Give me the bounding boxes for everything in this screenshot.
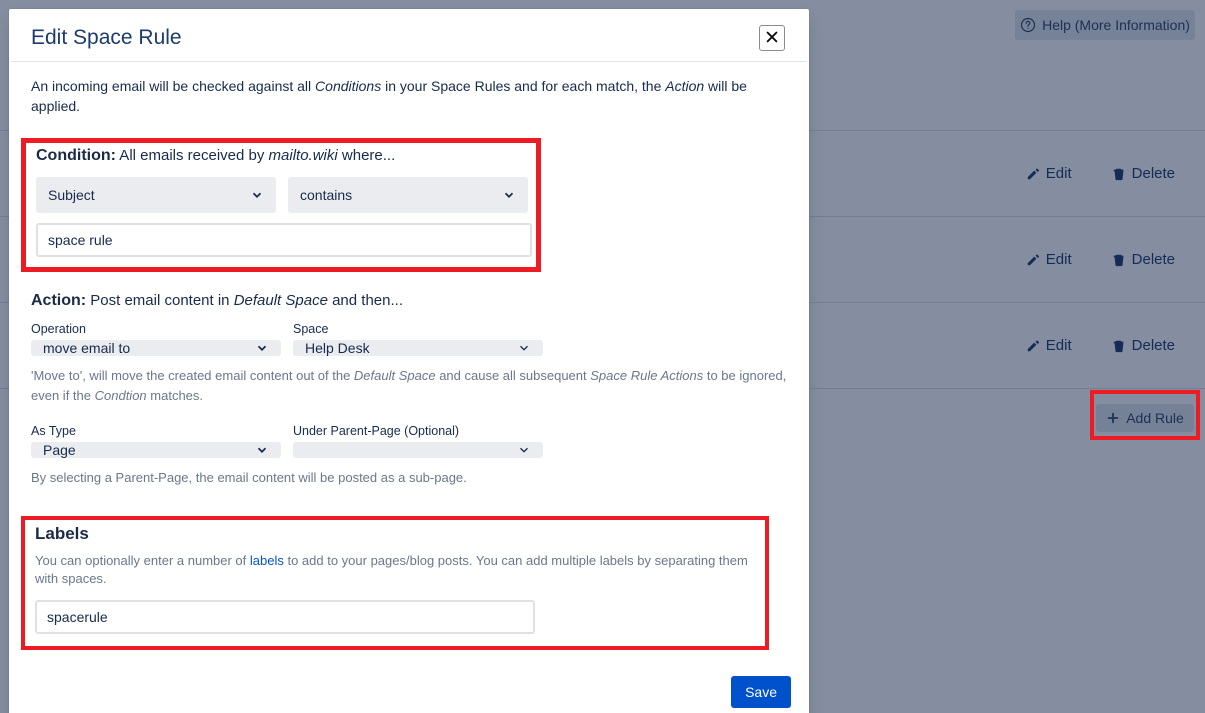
hint-part: and cause all subsequent xyxy=(436,368,591,383)
condition-value-input[interactable]: space rule xyxy=(36,223,532,257)
action-field-row-2: As Type Page Under Parent-Page (Optional… xyxy=(31,424,787,458)
edit-space-rule-modal: Edit Space Rule An incoming email will b… xyxy=(9,9,809,713)
modal-body: An incoming email will be checked agains… xyxy=(9,62,809,660)
parent-label: Under Parent-Page (Optional) xyxy=(293,424,543,438)
action-heading-bold: Action: xyxy=(31,292,86,309)
hint-part: 'Move to', will move the created email c… xyxy=(31,368,354,383)
hint-part: matches. xyxy=(147,388,203,403)
modal-footer: Save xyxy=(9,660,809,713)
intro-em: Conditions xyxy=(315,78,381,94)
condition-operator-select[interactable]: contains xyxy=(288,177,528,213)
parent-select[interactable] xyxy=(293,442,543,458)
condition-field-row: Subject contains xyxy=(36,177,526,213)
condition-heading-bold: Condition: xyxy=(36,147,116,164)
input-value: spacerule xyxy=(47,609,108,625)
chevron-down-icon xyxy=(517,443,531,457)
type-select[interactable]: Page xyxy=(31,442,281,458)
select-value: Subject xyxy=(48,187,95,203)
save-button[interactable]: Save xyxy=(731,676,791,708)
close-icon xyxy=(765,30,779,47)
action-heading: Action: Post email content in Default Sp… xyxy=(31,292,787,310)
labels-block: Labels You can optionally enter a number… xyxy=(21,516,769,650)
labels-input[interactable]: spacerule xyxy=(35,600,535,634)
action-block: Action: Post email content in Default Sp… xyxy=(31,292,787,488)
space-select[interactable]: Help Desk xyxy=(293,340,543,356)
close-button[interactable] xyxy=(759,25,785,51)
labels-hint: You can optionally enter a number of lab… xyxy=(35,552,755,588)
action-heading-part: and then... xyxy=(328,292,403,309)
condition-heading-em: mailto.wiki xyxy=(269,147,338,164)
parent-column: Under Parent-Page (Optional) xyxy=(293,424,543,458)
space-column: Space Help Desk xyxy=(293,322,543,356)
operation-label: Operation xyxy=(31,322,281,336)
hint-part: You can optionally enter a number of xyxy=(35,553,250,568)
condition-block: Condition: All emails received by mailto… xyxy=(21,138,541,272)
operation-select[interactable]: move email to xyxy=(31,340,281,356)
save-button-label: Save xyxy=(745,684,777,700)
hint-em: Space Rule Actions xyxy=(590,368,703,383)
modal-title: Edit Space Rule xyxy=(31,26,182,50)
type-label: As Type xyxy=(31,424,281,438)
chevron-down-icon xyxy=(250,188,264,202)
select-value: Page xyxy=(43,442,76,458)
space-label: Space xyxy=(293,322,543,336)
action-field-row-1: Operation move email to Space Help Desk xyxy=(31,322,787,356)
intro-text: An incoming email will be checked agains… xyxy=(31,76,787,116)
intro-part: in your Space Rules and for each match, … xyxy=(381,78,665,94)
condition-field-select[interactable]: Subject xyxy=(36,177,276,213)
condition-heading: Condition: All emails received by mailto… xyxy=(36,147,526,165)
action-hint-1: 'Move to', will move the created email c… xyxy=(31,366,787,406)
intro-part: An incoming email will be checked agains… xyxy=(31,78,315,94)
labels-heading: Labels xyxy=(35,524,755,544)
select-value: contains xyxy=(300,187,352,203)
hint-em: Condtion xyxy=(95,388,147,403)
action-hint-2: By selecting a Parent-Page, the email co… xyxy=(31,468,787,488)
modal-header: Edit Space Rule xyxy=(9,9,809,61)
select-value: move email to xyxy=(43,340,130,356)
chevron-down-icon xyxy=(502,188,516,202)
type-column: As Type Page xyxy=(31,424,281,458)
chevron-down-icon xyxy=(517,341,531,355)
condition-heading-part: All emails received by xyxy=(116,147,269,164)
chevron-down-icon xyxy=(255,341,269,355)
operation-column: Operation move email to xyxy=(31,322,281,356)
action-heading-part: Post email content in xyxy=(86,292,234,309)
action-heading-em: Default Space xyxy=(234,292,328,309)
input-value: space rule xyxy=(48,232,113,248)
condition-heading-part: where... xyxy=(338,147,396,164)
hint-em: Default Space xyxy=(354,368,436,383)
select-value: Help Desk xyxy=(305,340,370,356)
chevron-down-icon xyxy=(255,443,269,457)
intro-em: Action xyxy=(665,78,704,94)
labels-link[interactable]: labels xyxy=(250,553,284,568)
